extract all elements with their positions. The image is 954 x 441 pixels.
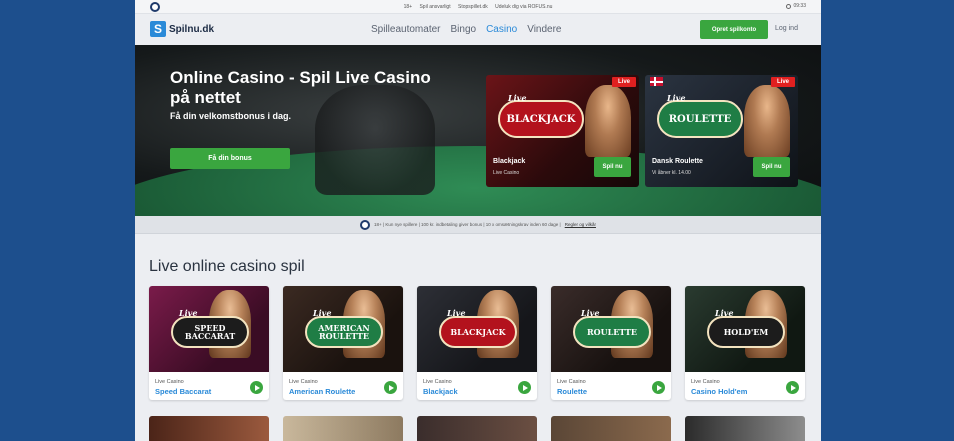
game-logo-text: BLACKJACK xyxy=(506,113,576,125)
game-logo-text: BLACKJACK xyxy=(450,327,506,337)
hero-title: Online Casino - Spil Live Casino på nett… xyxy=(170,68,431,107)
promo-title: Dansk Roulette xyxy=(652,158,703,165)
play-icon[interactable] xyxy=(250,381,263,394)
game-card-partial[interactable] xyxy=(685,416,805,441)
nav-item-bingo[interactable]: Bingo xyxy=(450,24,476,35)
rofus-link[interactable]: Udeluk dig via ROFUS.nu xyxy=(495,4,552,10)
game-logo-text: ROULETTE xyxy=(668,113,732,125)
responsible-gaming-links: 18+ Spil ansvarligt Stopspillet.dk Udelu… xyxy=(401,4,556,10)
dealer-image xyxy=(585,85,631,157)
game-name[interactable]: Roulette xyxy=(557,387,587,396)
game-name[interactable]: Casino Hold'em xyxy=(691,387,747,396)
game-category: Live Casino xyxy=(155,379,184,385)
game-card-american-roulette[interactable]: Live AMERICAN ROULETTE Live Casino Americ… xyxy=(283,286,403,400)
game-thumbnail: Live AMERICAN ROULETTE xyxy=(283,286,403,372)
game-logo-script: Live xyxy=(447,308,466,318)
game-card-partial[interactable] xyxy=(417,416,537,441)
game-category: Live Casino xyxy=(691,379,720,385)
terms-link[interactable]: Regler og vilkår xyxy=(565,222,596,227)
nav-item-spilleautomater[interactable]: Spilleautomater xyxy=(371,24,440,35)
game-card-speed-baccarat[interactable]: Live SPEED BACCARAT Live Casino Speed Bac… xyxy=(149,286,269,400)
game-logo: Live BLACKJACK xyxy=(498,93,584,138)
nav-item-casino[interactable]: Casino xyxy=(486,24,517,35)
game-card-casino-holdem[interactable]: Live HOLD'EM Live Casino Casino Hold'em xyxy=(685,286,805,400)
top-strip: 18+ Spil ansvarligt Stopspillet.dk Udelu… xyxy=(135,0,821,14)
logo-icon: S xyxy=(150,21,166,37)
game-name[interactable]: Blackjack xyxy=(423,387,458,396)
bonus-terms-text: 18+ | Kun nye spillere | 100 kr. indbeta… xyxy=(374,222,561,227)
play-icon[interactable] xyxy=(786,381,799,394)
main-nav: Spilleautomater Bingo Casino Vindere xyxy=(371,24,562,35)
play-responsibly-link[interactable]: Spil ansvarligt xyxy=(419,4,450,10)
promo-subtitle: Vi åbner kl. 14.00 xyxy=(652,170,691,176)
section-title: Live online casino spil xyxy=(149,258,305,275)
page: 18+ Spil ansvarligt Stopspillet.dk Udelu… xyxy=(135,0,821,441)
game-name[interactable]: Speed Baccarat xyxy=(155,387,211,396)
logo-text: Spilnu.dk xyxy=(169,23,214,35)
live-badge: Live xyxy=(770,77,795,87)
promo-subtitle: Live Casino xyxy=(493,170,520,176)
game-category: Live Casino xyxy=(289,379,318,385)
game-logo: Live BLACKJACK xyxy=(439,309,517,348)
game-logo-text: SPEED BACCARAT xyxy=(184,323,236,341)
play-now-button[interactable]: Spil nu xyxy=(594,157,631,177)
game-card-partial[interactable] xyxy=(283,416,403,441)
clock-icon xyxy=(786,3,792,9)
play-icon[interactable] xyxy=(384,381,397,394)
live-badge: Live xyxy=(611,77,636,87)
promo-title: Blackjack xyxy=(493,158,526,165)
license-seal-icon[interactable] xyxy=(360,219,371,230)
stopspillet-link[interactable]: Stopspillet.dk xyxy=(458,4,488,10)
game-card-partial[interactable] xyxy=(551,416,671,441)
game-logo: Live ROULETTE xyxy=(573,309,651,348)
game-logo-script: Live xyxy=(667,93,686,103)
game-category: Live Casino xyxy=(423,379,452,385)
get-bonus-button[interactable]: Få din bonus xyxy=(170,148,290,169)
game-thumbnail: Live HOLD'EM xyxy=(685,286,805,372)
game-logo: Live HOLD'EM xyxy=(707,309,785,348)
game-thumbnail: Live BLACKJACK xyxy=(417,286,537,372)
game-logo-script: Live xyxy=(715,308,734,318)
logo[interactable]: S Spilnu.dk xyxy=(150,21,214,37)
game-logo-script: Live xyxy=(313,308,332,318)
game-logo-text: ROULETTE xyxy=(586,327,638,337)
game-logo-script: Live xyxy=(179,308,198,318)
game-logo: Live ROULETTE xyxy=(657,93,743,138)
danish-flag-icon xyxy=(650,77,663,86)
game-card-blackjack[interactable]: Live BLACKJACK Live Casino Blackjack xyxy=(417,286,537,400)
play-icon[interactable] xyxy=(652,381,665,394)
game-logo: Live SPEED BACCARAT xyxy=(171,309,249,348)
play-icon[interactable] xyxy=(518,381,531,394)
bonus-terms-strip: 18+ | Kun nye spillere | 100 kr. indbeta… xyxy=(135,216,821,234)
game-logo-text: HOLD'EM xyxy=(723,327,769,337)
license-seal-icon[interactable] xyxy=(150,2,160,12)
game-thumbnail: Live ROULETTE xyxy=(551,286,671,372)
dealer-image xyxy=(744,85,790,157)
signup-button[interactable]: Opret spilkonto xyxy=(700,20,768,39)
hero-subtitle: Få din velkomstbonus i dag. xyxy=(170,111,292,121)
game-card-roulette[interactable]: Live ROULETTE Live Casino Roulette xyxy=(551,286,671,400)
promo-card-blackjack[interactable]: Live Live BLACKJACK Blackjack Live Casin… xyxy=(486,75,639,187)
game-logo-script: Live xyxy=(581,308,600,318)
game-logo-script: Live xyxy=(508,93,527,103)
game-name[interactable]: American Roulette xyxy=(289,387,355,396)
hero-banner: Online Casino - Spil Live Casino på nett… xyxy=(135,45,821,216)
game-logo: Live AMERICAN ROULETTE xyxy=(305,309,383,348)
game-logo-text: AMERICAN ROULETTE xyxy=(318,323,370,341)
login-link[interactable]: Log ind xyxy=(775,25,798,32)
game-thumbnail: Live SPEED BACCARAT xyxy=(149,286,269,372)
age-limit-link[interactable]: 18+ xyxy=(404,4,412,10)
clock-time: 09:33 xyxy=(793,3,806,9)
promo-card-dansk-roulette[interactable]: Live Live ROULETTE Dansk Roulette Vi åbn… xyxy=(645,75,798,187)
clock: 09:33 xyxy=(786,3,806,9)
play-now-button[interactable]: Spil nu xyxy=(753,157,790,177)
game-category: Live Casino xyxy=(557,379,586,385)
nav-item-vindere[interactable]: Vindere xyxy=(527,24,561,35)
game-card-partial[interactable] xyxy=(149,416,269,441)
